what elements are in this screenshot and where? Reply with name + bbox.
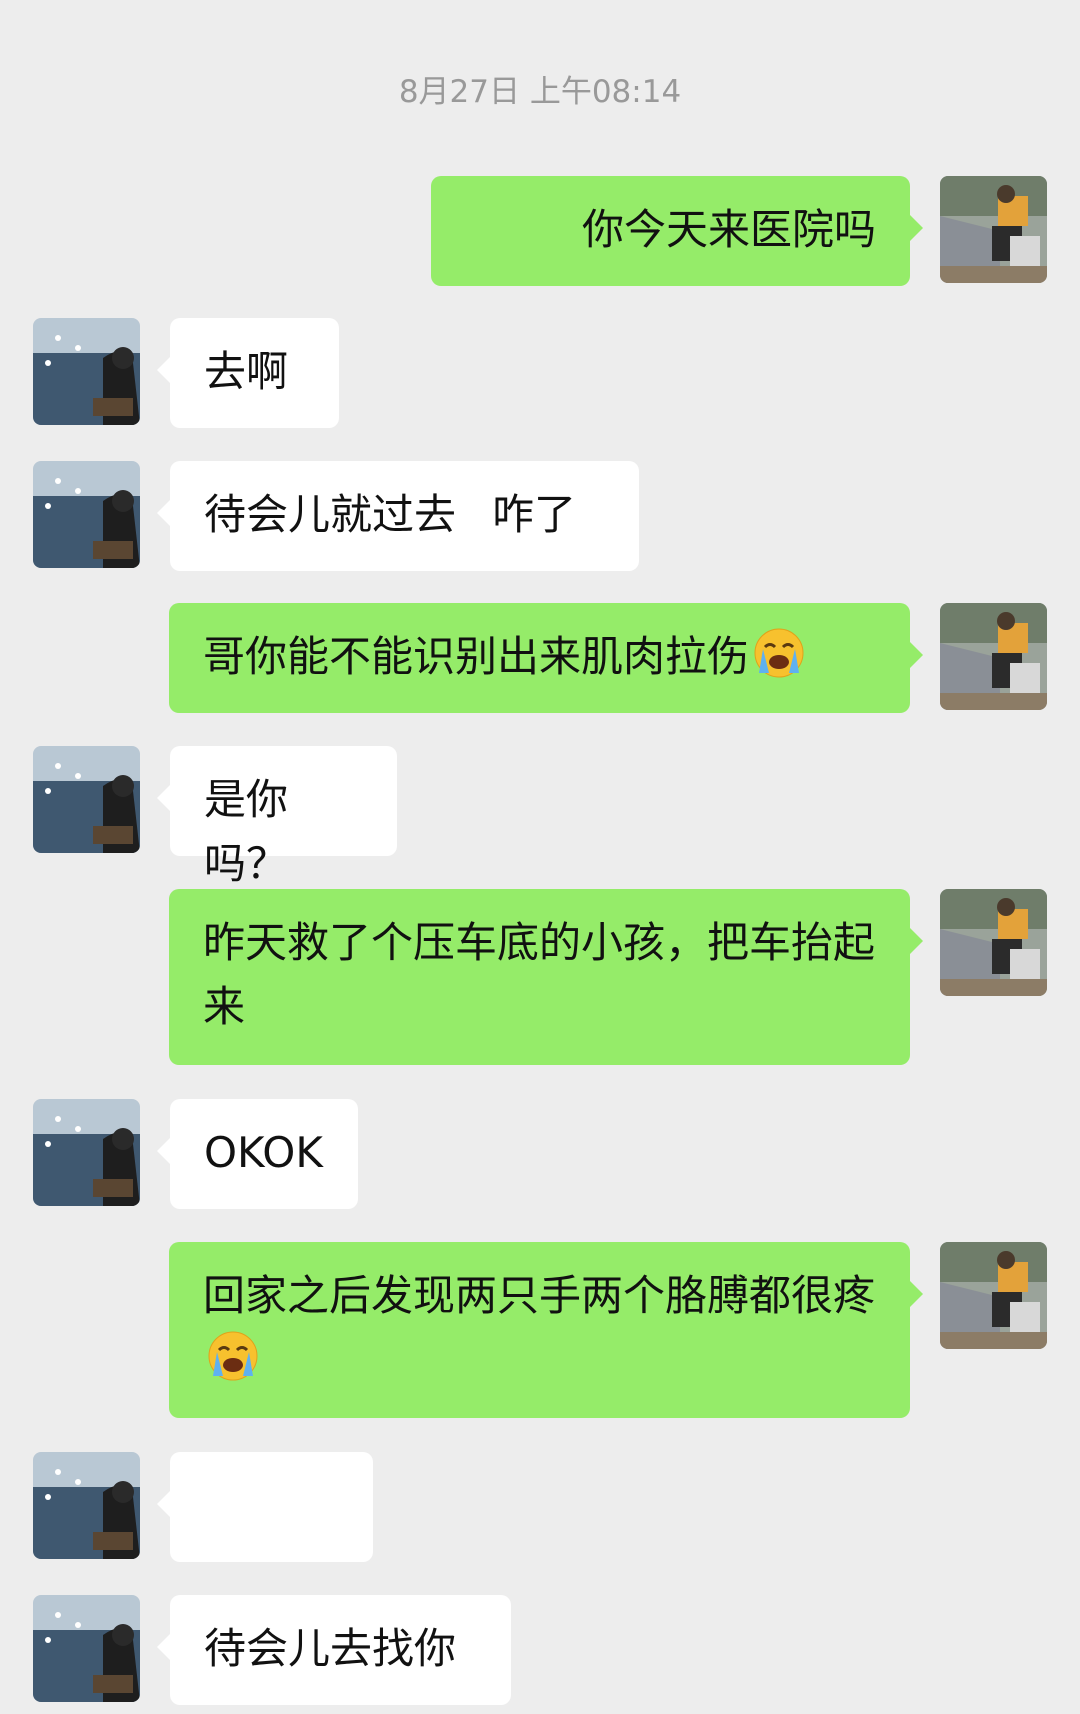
sent-message-bubble[interactable]: 你今天来医院吗 — [431, 176, 923, 286]
received-message-bubble-empty[interactable] — [157, 1452, 373, 1562]
contact-avatar[interactable] — [33, 318, 140, 425]
my-avatar-image — [940, 603, 1047, 710]
my-avatar-image — [940, 889, 1047, 996]
my-avatar-image — [940, 176, 1047, 283]
contact-avatar-image — [33, 1595, 140, 1702]
received-message-bubble[interactable]: 待会儿去找你 — [157, 1595, 511, 1705]
chat-timestamp: 8月27日 上午08:14 — [398, 74, 682, 110]
message-text: 是你吗？ — [204, 775, 289, 888]
received-message-bubble[interactable]: 去啊 — [157, 318, 339, 428]
received-message-bubble[interactable]: 是你吗？ — [157, 746, 397, 888]
contact-avatar-image — [33, 746, 140, 853]
contact-avatar-image — [33, 1452, 140, 1559]
message-text: 待会儿就过去 — [204, 490, 457, 539]
contact-avatar-image — [33, 318, 140, 425]
sent-message-bubble[interactable]: 回家之后发现两只手两个胳膊都很疼 — [169, 1242, 923, 1418]
contact-avatar[interactable] — [33, 1452, 140, 1559]
received-message-bubble[interactable]: OKOK — [157, 1099, 358, 1209]
contact-avatar[interactable] — [33, 1099, 140, 1206]
message-text: 回家之后发现两只手两个胳膊都很疼 — [203, 1271, 876, 1320]
contact-avatar-image — [33, 1099, 140, 1206]
received-message-bubble[interactable]: 待会儿就过去 咋了 — [157, 461, 639, 571]
my-avatar[interactable] — [940, 889, 1047, 996]
loudly-crying-face-icon — [753, 627, 805, 679]
message-text: 去啊 — [204, 347, 289, 396]
message-text: 哥你能不能识别出来肌肉拉伤 — [203, 632, 750, 681]
message-text: 待会儿去找你 — [204, 1624, 457, 1673]
message-text: 你今天来医院吗 — [581, 205, 876, 254]
contact-avatar-image — [33, 461, 140, 568]
my-avatar[interactable] — [940, 1242, 1047, 1349]
contact-avatar[interactable] — [33, 746, 140, 853]
message-text: 昨天救了个压车底的小孩，把车抬起来 — [203, 918, 876, 1031]
my-avatar[interactable] — [940, 176, 1047, 283]
loudly-crying-face-icon — [207, 1330, 259, 1382]
message-text: 咋了 — [492, 490, 577, 539]
contact-avatar[interactable] — [33, 1595, 140, 1702]
sent-message-bubble[interactable]: 昨天救了个压车底的小孩，把车抬起来 — [169, 889, 923, 1065]
message-text: OKOK — [204, 1128, 323, 1177]
my-avatar[interactable] — [940, 603, 1047, 710]
sent-message-bubble[interactable]: 哥你能不能识别出来肌肉拉伤 — [169, 603, 923, 713]
contact-avatar[interactable] — [33, 461, 140, 568]
my-avatar-image — [940, 1242, 1047, 1349]
